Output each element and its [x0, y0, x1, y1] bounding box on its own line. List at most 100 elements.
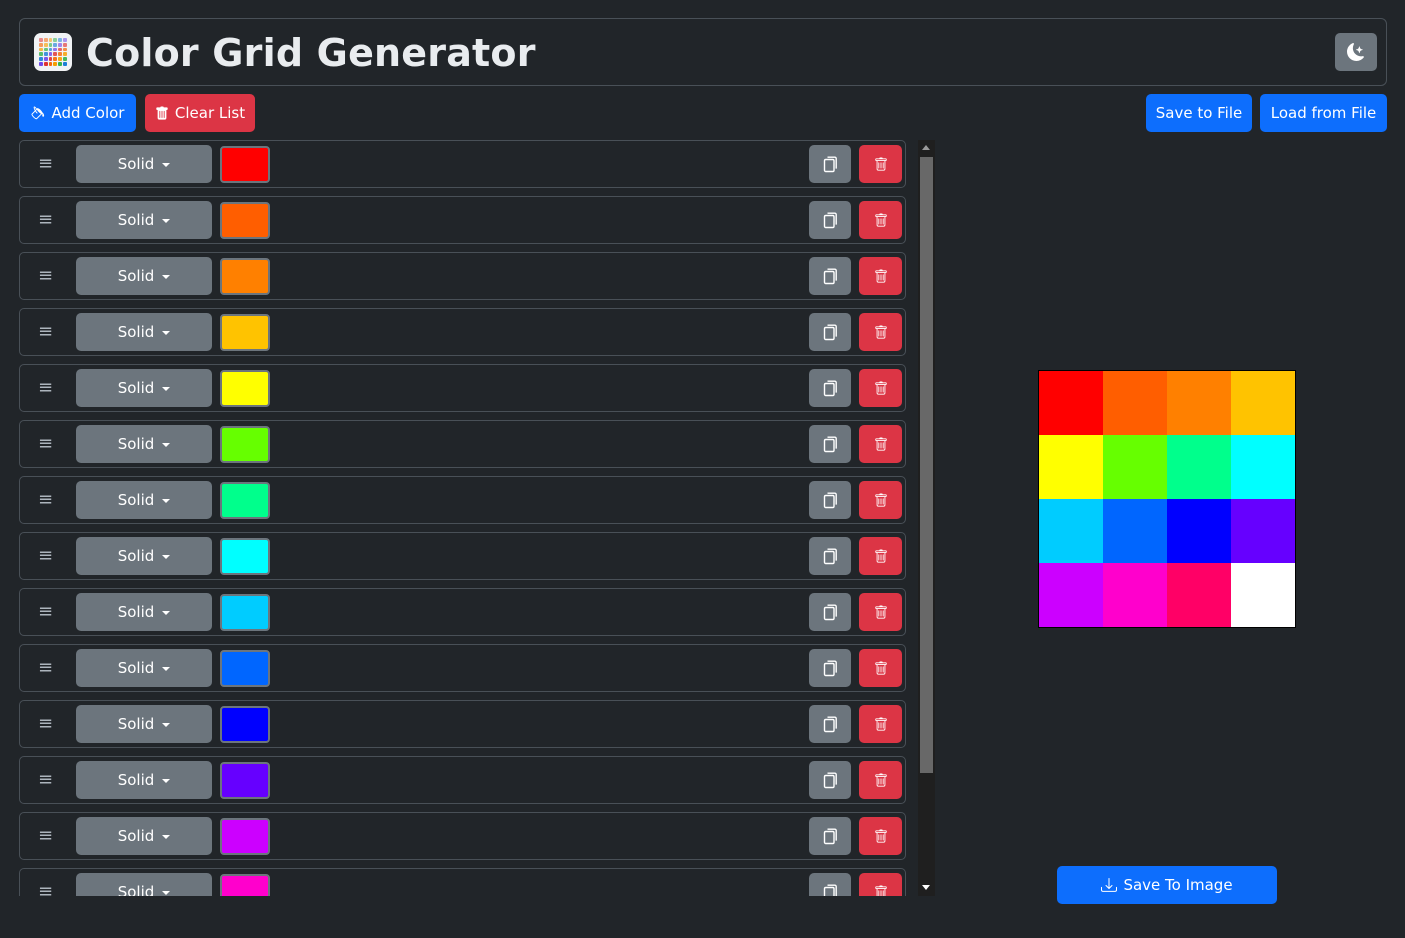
drag-handle-icon[interactable]: ≡ [38, 154, 53, 174]
drag-handle-icon[interactable]: ≡ [38, 490, 53, 510]
color-swatch-input[interactable] [220, 370, 270, 407]
duplicate-color-button[interactable] [809, 145, 851, 183]
duplicate-color-button[interactable] [809, 873, 851, 896]
color-row: ≡ Solid [19, 868, 906, 896]
color-type-dropdown[interactable]: Solid [76, 257, 212, 295]
drag-handle-icon[interactable]: ≡ [38, 210, 53, 230]
delete-color-button[interactable] [859, 593, 902, 631]
caret-down-icon [162, 442, 171, 447]
color-swatch-input[interactable] [220, 706, 270, 743]
delete-color-button[interactable] [859, 425, 902, 463]
color-swatch-input[interactable] [220, 538, 270, 575]
drag-handle-icon[interactable]: ≡ [38, 434, 53, 454]
color-row: ≡ Solid [19, 420, 906, 468]
delete-color-button[interactable] [859, 313, 902, 351]
delete-color-button[interactable] [859, 705, 902, 743]
drag-handle-icon[interactable]: ≡ [38, 266, 53, 286]
grid-cell [1167, 435, 1231, 499]
color-swatch-input[interactable] [220, 426, 270, 463]
duplicate-color-button[interactable] [809, 649, 851, 687]
color-swatch-input[interactable] [220, 314, 270, 351]
duplicate-color-button[interactable] [809, 313, 851, 351]
color-type-label: Solid [117, 603, 155, 621]
duplicate-color-button[interactable] [809, 481, 851, 519]
color-swatch-input[interactable] [220, 874, 270, 896]
duplicate-color-button[interactable] [809, 257, 851, 295]
drag-handle-icon[interactable]: ≡ [38, 770, 53, 790]
color-type-dropdown[interactable]: Solid [76, 593, 212, 631]
color-type-dropdown[interactable]: Solid [76, 649, 212, 687]
delete-color-button[interactable] [859, 817, 902, 855]
color-swatch-input[interactable] [220, 650, 270, 687]
delete-color-button[interactable] [859, 145, 902, 183]
drag-handle-icon[interactable]: ≡ [38, 826, 53, 846]
drag-handle-icon[interactable]: ≡ [38, 882, 53, 897]
color-type-dropdown[interactable]: Solid [76, 817, 212, 855]
color-type-dropdown[interactable]: Solid [76, 313, 212, 351]
grid-cell [1231, 435, 1295, 499]
delete-color-button[interactable] [859, 873, 902, 896]
color-type-dropdown[interactable]: Solid [76, 201, 212, 239]
duplicate-color-button[interactable] [809, 425, 851, 463]
color-swatch-input[interactable] [220, 762, 270, 799]
load-from-file-button[interactable]: Load from File [1260, 94, 1387, 132]
color-type-label: Solid [117, 435, 155, 453]
color-type-dropdown[interactable]: Solid [76, 537, 212, 575]
delete-color-button[interactable] [859, 257, 902, 295]
grid-cell [1167, 499, 1231, 563]
duplicate-color-button[interactable] [809, 593, 851, 631]
color-list-scrollbar[interactable] [918, 140, 935, 896]
duplicate-color-button[interactable] [809, 537, 851, 575]
save-to-file-button[interactable]: Save to File [1146, 94, 1252, 132]
duplicate-color-button[interactable] [809, 369, 851, 407]
drag-handle-icon[interactable]: ≡ [38, 602, 53, 622]
trash-icon [874, 885, 887, 896]
scroll-down-arrow-icon[interactable] [922, 885, 930, 890]
add-color-button[interactable]: Add Color [19, 94, 136, 132]
delete-color-button[interactable] [859, 201, 902, 239]
delete-color-button[interactable] [859, 537, 902, 575]
delete-color-button[interactable] [859, 481, 902, 519]
duplicate-color-button[interactable] [809, 201, 851, 239]
clear-list-button[interactable]: Clear List [145, 94, 255, 132]
duplicate-color-button[interactable] [809, 705, 851, 743]
drag-handle-icon[interactable]: ≡ [38, 658, 53, 678]
drag-handle-icon[interactable]: ≡ [38, 322, 53, 342]
scrollbar-thumb[interactable] [920, 157, 933, 773]
color-type-label: Solid [117, 155, 155, 173]
color-type-dropdown[interactable]: Solid [76, 145, 212, 183]
color-swatch-input[interactable] [220, 482, 270, 519]
color-swatch-input[interactable] [220, 818, 270, 855]
copy-icon [823, 660, 837, 676]
theme-toggle-button[interactable] [1335, 33, 1377, 71]
drag-handle-icon[interactable]: ≡ [38, 378, 53, 398]
trash-icon [874, 661, 887, 675]
color-swatch-input[interactable] [220, 258, 270, 295]
color-type-dropdown[interactable]: Solid [76, 705, 212, 743]
color-swatch-input[interactable] [220, 146, 270, 183]
duplicate-color-button[interactable] [809, 817, 851, 855]
delete-color-button[interactable] [859, 761, 902, 799]
color-swatch-input[interactable] [220, 594, 270, 631]
trash-icon [874, 717, 887, 731]
save-to-file-label: Save to File [1155, 104, 1243, 122]
color-row: ≡ Solid [19, 588, 906, 636]
duplicate-color-button[interactable] [809, 761, 851, 799]
delete-color-button[interactable] [859, 649, 902, 687]
drag-handle-icon[interactable]: ≡ [38, 714, 53, 734]
color-type-dropdown[interactable]: Solid [76, 873, 212, 896]
color-row: ≡ Solid [19, 476, 906, 524]
color-swatch-input[interactable] [220, 202, 270, 239]
delete-color-button[interactable] [859, 369, 902, 407]
color-type-dropdown[interactable]: Solid [76, 761, 212, 799]
color-type-dropdown[interactable]: Solid [76, 425, 212, 463]
color-type-dropdown[interactable]: Solid [76, 481, 212, 519]
drag-handle-icon[interactable]: ≡ [38, 546, 53, 566]
scroll-up-arrow-icon[interactable] [922, 145, 930, 150]
color-type-dropdown[interactable]: Solid [76, 369, 212, 407]
color-grid-preview [1038, 370, 1296, 628]
caret-down-icon [162, 778, 171, 783]
caret-down-icon [162, 330, 171, 335]
trash-icon [874, 269, 887, 283]
save-to-image-button[interactable]: Save To Image [1057, 866, 1277, 904]
